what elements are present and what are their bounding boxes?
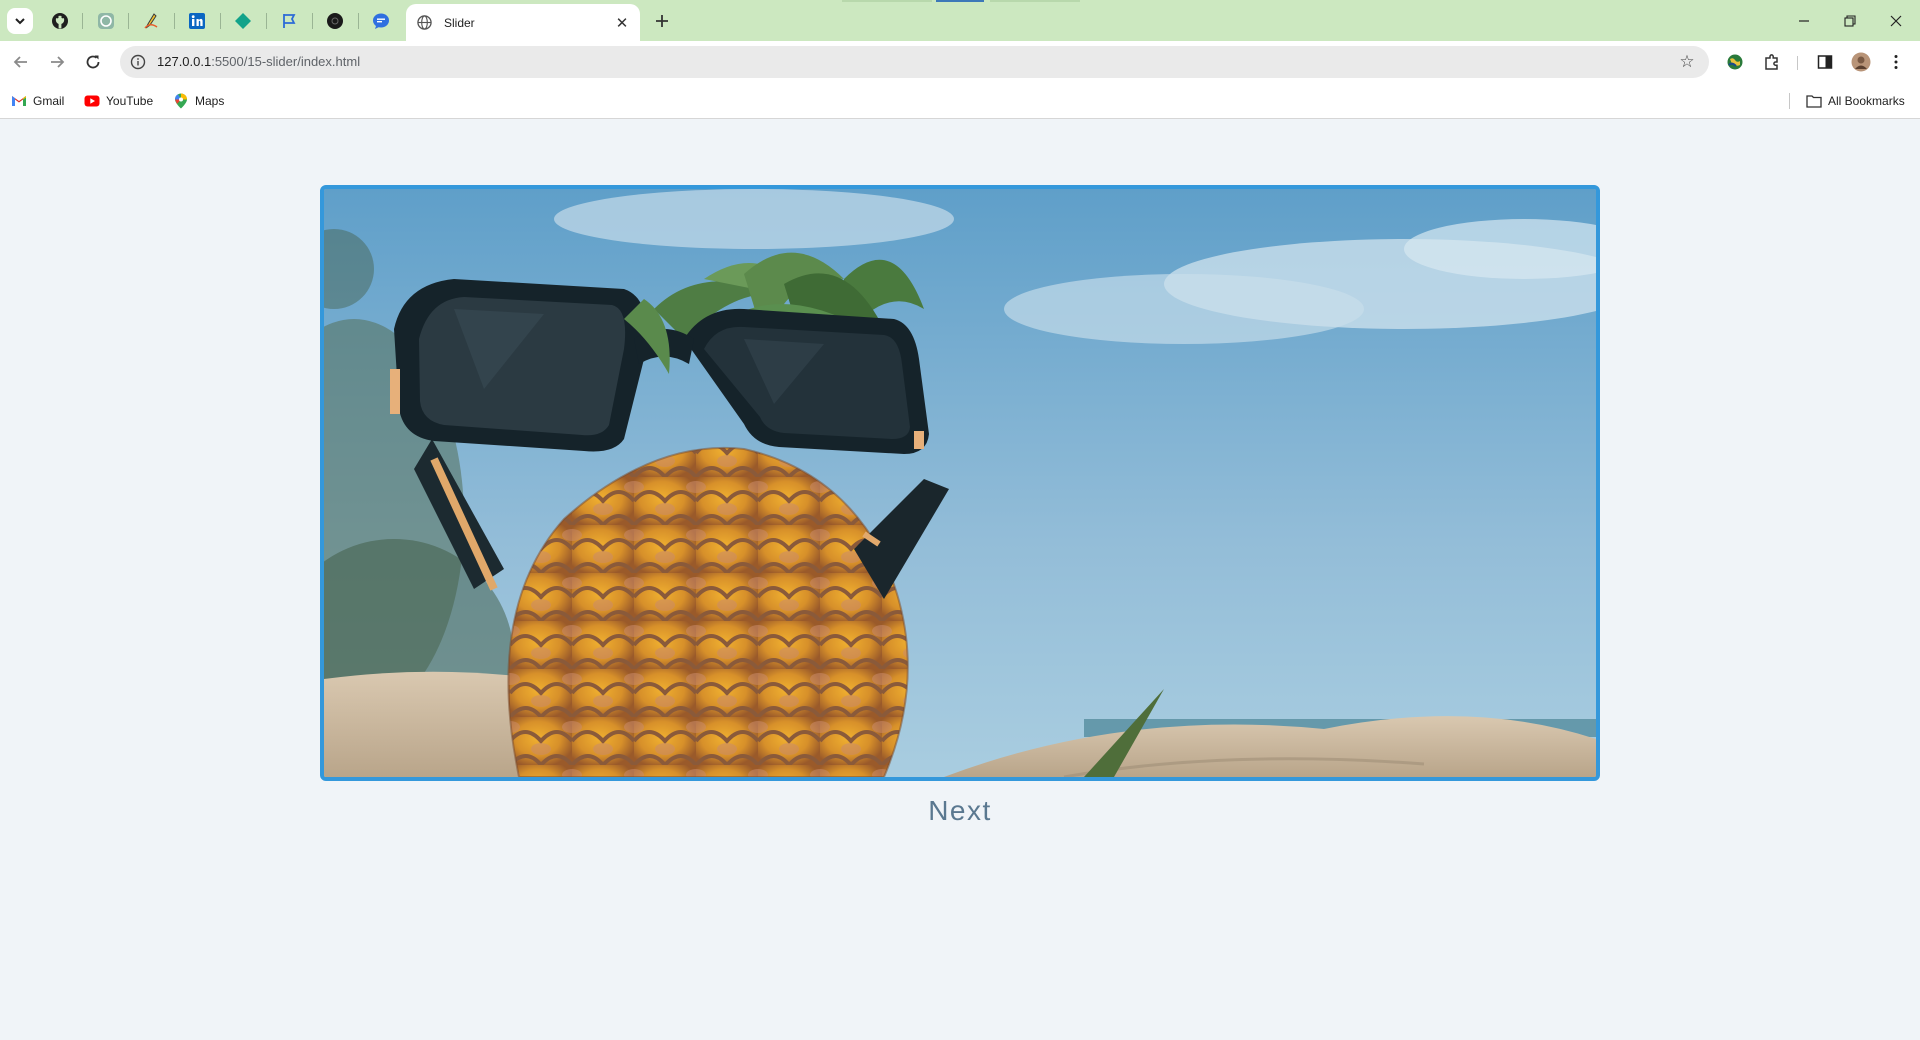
chevron-down-icon xyxy=(15,18,25,25)
pinned-separator xyxy=(128,13,129,29)
arrow-right-icon xyxy=(51,56,65,68)
bookmark-youtube[interactable]: YouTube xyxy=(84,92,153,110)
gmail-icon xyxy=(11,93,27,109)
all-bookmarks-label: All Bookmarks xyxy=(1828,94,1905,108)
pinned-tab-flag[interactable] xyxy=(277,9,301,33)
github-icon xyxy=(52,13,68,29)
linkedin-icon xyxy=(189,13,205,29)
bookmarks-separator xyxy=(1789,93,1790,109)
new-tab-button[interactable] xyxy=(650,9,674,33)
minimize-button[interactable] xyxy=(1781,0,1827,41)
bookmark-star-icon[interactable]: ☆ xyxy=(1677,52,1697,72)
diamond-icon xyxy=(235,13,251,29)
tab-strip: Slider ✕ xyxy=(0,0,1920,41)
forward-button[interactable] xyxy=(44,49,70,75)
side-panel-button[interactable] xyxy=(1813,50,1837,74)
pinned-tab-chat[interactable] xyxy=(369,9,393,33)
url-text: 127.0.0.1:5500/15-slider/index.html xyxy=(157,54,360,69)
extension-globe[interactable] xyxy=(1723,50,1747,74)
puzzle-icon xyxy=(1765,54,1778,70)
image-slider xyxy=(320,185,1600,781)
reload-button[interactable] xyxy=(80,49,106,75)
pinned-separator xyxy=(266,13,267,29)
toolbar-separator xyxy=(1797,56,1798,70)
pencil-icon xyxy=(144,13,158,29)
side-panel-icon xyxy=(1817,55,1833,69)
tab-search-button[interactable] xyxy=(7,8,33,34)
close-icon xyxy=(1890,15,1902,26)
site-info-icon[interactable] xyxy=(130,54,146,70)
plus-icon xyxy=(656,15,668,27)
more-vertical-icon xyxy=(1894,55,1898,69)
maps-icon xyxy=(173,93,189,109)
close-window-button[interactable] xyxy=(1873,0,1919,41)
pinned-separator xyxy=(220,13,221,29)
pinned-separator xyxy=(358,13,359,29)
bookmark-label: Maps xyxy=(195,94,225,108)
back-button[interactable] xyxy=(8,49,34,75)
avatar xyxy=(1851,52,1871,72)
pinned-tab-pencil[interactable] xyxy=(139,9,163,33)
tab-strip-highlight-active xyxy=(936,0,984,2)
pinned-separator xyxy=(174,13,175,29)
pinned-separator xyxy=(82,13,83,29)
dark-circle-icon xyxy=(327,13,343,29)
minimize-icon xyxy=(1799,19,1809,22)
restore-button[interactable] xyxy=(1827,0,1873,41)
bookmark-label: YouTube xyxy=(106,94,154,108)
tab-strip-highlight xyxy=(842,0,932,2)
pinned-tab-linkedin[interactable] xyxy=(185,9,209,33)
tab-strip-highlight xyxy=(990,0,1080,2)
restore-icon xyxy=(1844,14,1856,27)
address-bar[interactable]: 127.0.0.1:5500/15-slider/index.html ☆ xyxy=(120,46,1709,78)
chatgpt-icon xyxy=(98,13,114,29)
chat-bubble-icon xyxy=(373,13,389,29)
reload-icon xyxy=(86,55,100,69)
url-host: 127.0.0.1 xyxy=(157,54,212,69)
youtube-icon xyxy=(84,93,100,109)
bookmark-label: Gmail xyxy=(33,94,65,108)
pinned-tab-diamond[interactable] xyxy=(231,9,255,33)
close-tab-icon[interactable]: ✕ xyxy=(612,13,632,33)
url-path: :5500/15-slider/index.html xyxy=(211,54,361,69)
globe-icon xyxy=(416,15,432,31)
all-bookmarks-button[interactable]: All Bookmarks xyxy=(1806,92,1905,110)
pinned-tab-chatgpt[interactable] xyxy=(94,9,118,33)
bookmark-maps[interactable]: Maps xyxy=(173,92,224,110)
folder-icon xyxy=(1806,93,1822,109)
pinned-tab-dark[interactable] xyxy=(323,9,347,33)
pinned-separator xyxy=(312,13,313,29)
extensions-button[interactable] xyxy=(1760,50,1784,74)
bookmarks-bar: Gmail YouTube Maps All Bookmarks xyxy=(0,83,1920,119)
browser-menu-button[interactable] xyxy=(1884,50,1908,74)
globe-extension-icon xyxy=(1727,54,1743,70)
browser-toolbar: 127.0.0.1:5500/15-slider/index.html ☆ xyxy=(0,41,1920,83)
arrow-left-icon xyxy=(13,56,27,68)
pinned-tab-github[interactable] xyxy=(48,9,72,33)
next-button[interactable]: Next xyxy=(910,792,1010,830)
slide-image xyxy=(324,189,1596,777)
flag-icon xyxy=(283,14,296,28)
tab-title: Slider xyxy=(444,15,475,30)
profile-button[interactable] xyxy=(1849,50,1873,74)
tab-slider[interactable]: Slider ✕ xyxy=(406,4,640,41)
bookmark-gmail[interactable]: Gmail xyxy=(11,92,64,110)
